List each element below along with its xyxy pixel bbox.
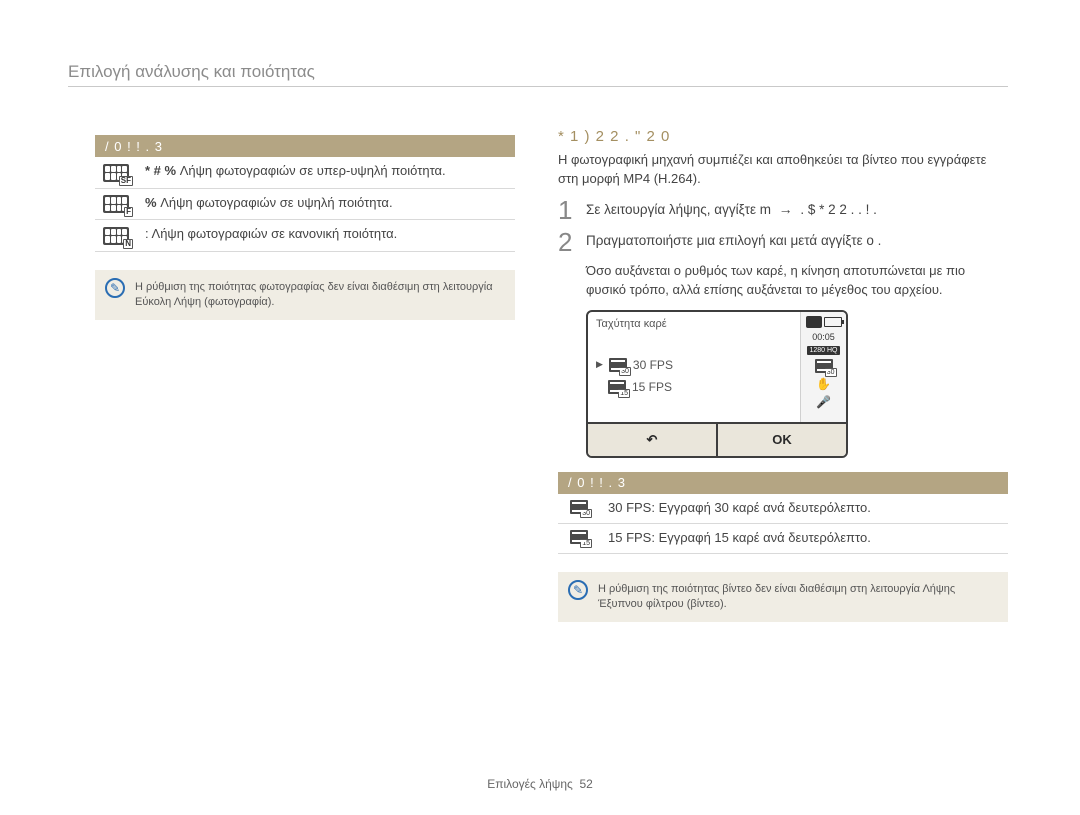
storage-icon	[806, 316, 822, 328]
hand-icon: ✋	[816, 377, 831, 391]
camera-menu-title: Ταχύτητα καρέ	[596, 318, 792, 330]
back-button[interactable]: ↶	[588, 424, 718, 456]
info-note: ✎ Η ρύθμιση της ποιότητας βίντεο δεν είν…	[558, 572, 1008, 623]
ok-button[interactable]: OK	[718, 424, 846, 456]
resolution-badge: 1280 HQ	[807, 346, 839, 355]
page-title: Επιλογή ανάλυσης και ποιότητας	[68, 62, 1008, 87]
quality-row-text: * # % Λήψη φωτογραφιών σε υπερ-υψηλή ποι…	[137, 157, 515, 188]
table-row: N : Λήψη φωτογραφιών σε κανονική ποιότητ…	[95, 220, 515, 252]
fps-row-text: 15 FPS: Εγγραφή 15 καρέ ανά δευτερόλεπτο…	[600, 523, 1008, 553]
step-1: 1 Σε λειτουργία λήψης, αγγίξτε m → . $ *…	[558, 197, 1008, 223]
quality-fine-icon: F	[103, 195, 129, 213]
frame-rate-option-30[interactable]: 30 30 FPS	[596, 354, 792, 376]
quality-row-text: : Λήψη φωτογραφιών σε κανονική ποιότητα.	[137, 220, 515, 252]
info-note: ✎ Η ρύθμιση της ποιότητας φωτογραφίας δε…	[95, 270, 515, 321]
info-icon: ✎	[568, 580, 588, 600]
quality-normal-icon: N	[103, 227, 129, 245]
fps-row-text: 30 FPS: Εγγραφή 30 καρέ ανά δευτερόλεπτο…	[600, 494, 1008, 524]
fps-table: 30 30 FPS: Εγγραφή 30 καρέ ανά δευτερόλε…	[558, 494, 1008, 554]
step-2: 2 Πραγματοποιήστε μια επιλογή και μετά α…	[558, 229, 1008, 255]
page-footer: Επιλογές λήψης 52	[0, 777, 1080, 791]
quality-row-text: % Λήψη φωτογραφιών σε υψηλή ποιότητα.	[137, 188, 515, 220]
table-row: 30 30 FPS: Εγγραφή 30 καρέ ανά δευτερόλε…	[558, 494, 1008, 524]
film-icon: 15	[570, 530, 588, 544]
table-header-band: / 0 ! ! . 3	[558, 472, 1008, 494]
right-column: * 1 ) 2 2 . " 2 0 Η φωτογραφική μηχανή σ…	[558, 128, 1008, 622]
film-icon: 30	[570, 500, 588, 514]
rec-time: 00:05	[812, 332, 835, 342]
camera-sidebar: 00:05 1280 HQ 30 ✋ 🎤	[800, 312, 846, 422]
info-icon: ✎	[105, 278, 125, 298]
film-icon: 15	[608, 380, 626, 394]
step-number: 2	[558, 229, 576, 255]
left-column: / 0 ! ! . 3 SF * # % Λήψη φωτογραφιών σε…	[95, 135, 515, 320]
table-row: 15 15 FPS: Εγγραφή 15 καρέ ανά δευτερόλε…	[558, 523, 1008, 553]
camera-screen: Ταχύτητα καρέ 30 30 FPS 15 15 FPS 00:05 …	[586, 310, 848, 458]
step-number: 1	[558, 197, 576, 223]
table-row: F % Λήψη φωτογραφιών σε υψηλή ποιότητα.	[95, 188, 515, 220]
arrow-right-icon: →	[775, 201, 797, 217]
table-row: SF * # % Λήψη φωτογραφιών σε υπερ-υψηλή …	[95, 157, 515, 188]
steps: 1 Σε λειτουργία λήψης, αγγίξτε m → . $ *…	[558, 197, 1008, 255]
section-title: * 1 ) 2 2 . " 2 0	[558, 128, 1008, 145]
battery-icon	[824, 317, 842, 327]
intro-paragraph: Η φωτογραφική μηχανή συμπιέζει και αποθη…	[558, 151, 1008, 189]
frame-rate-option-15[interactable]: 15 15 FPS	[596, 376, 792, 398]
quality-table: SF * # % Λήψη φωτογραφιών σε υπερ-υψηλή …	[95, 157, 515, 252]
mic-icon: 🎤	[816, 395, 831, 409]
camera-menu: Ταχύτητα καρέ 30 30 FPS 15 15 FPS	[588, 312, 800, 422]
film-icon: 30	[815, 359, 833, 373]
table-header-band: / 0 ! ! . 3	[95, 135, 515, 157]
frame-rate-note: Όσο αυξάνεται ο ρυθμός των καρέ, η κίνησ…	[558, 261, 1008, 300]
film-icon: 30	[609, 358, 627, 372]
quality-superfine-icon: SF	[103, 164, 129, 182]
